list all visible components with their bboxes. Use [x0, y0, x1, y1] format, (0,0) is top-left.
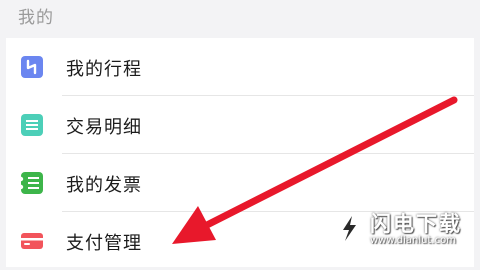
trip-icon: [21, 56, 43, 78]
menu-item-my-trips[interactable]: 我的行程: [6, 38, 474, 96]
menu-item-my-invoices[interactable]: 我的发票: [6, 154, 474, 212]
lightning-logo-icon: [338, 212, 360, 244]
invoice-icon: [20, 172, 43, 194]
menu-item-transaction-details[interactable]: 交易明细: [6, 96, 474, 154]
watermark-url: www.dianlut.com: [370, 235, 456, 246]
transaction-details-icon: [21, 114, 43, 136]
section-title: 我的: [18, 8, 54, 28]
menu-item-label: 支付管理: [66, 233, 142, 254]
menu-item-label: 交易明细: [66, 117, 142, 138]
watermark-title: 闪电下载: [370, 212, 462, 236]
card-icon: [21, 233, 43, 249]
menu-item-label: 我的行程: [66, 59, 142, 80]
menu-item-label: 我的发票: [66, 175, 142, 196]
watermark: 闪电下载 www.dianlut.com: [330, 206, 480, 252]
section-header: 我的: [0, 0, 480, 36]
